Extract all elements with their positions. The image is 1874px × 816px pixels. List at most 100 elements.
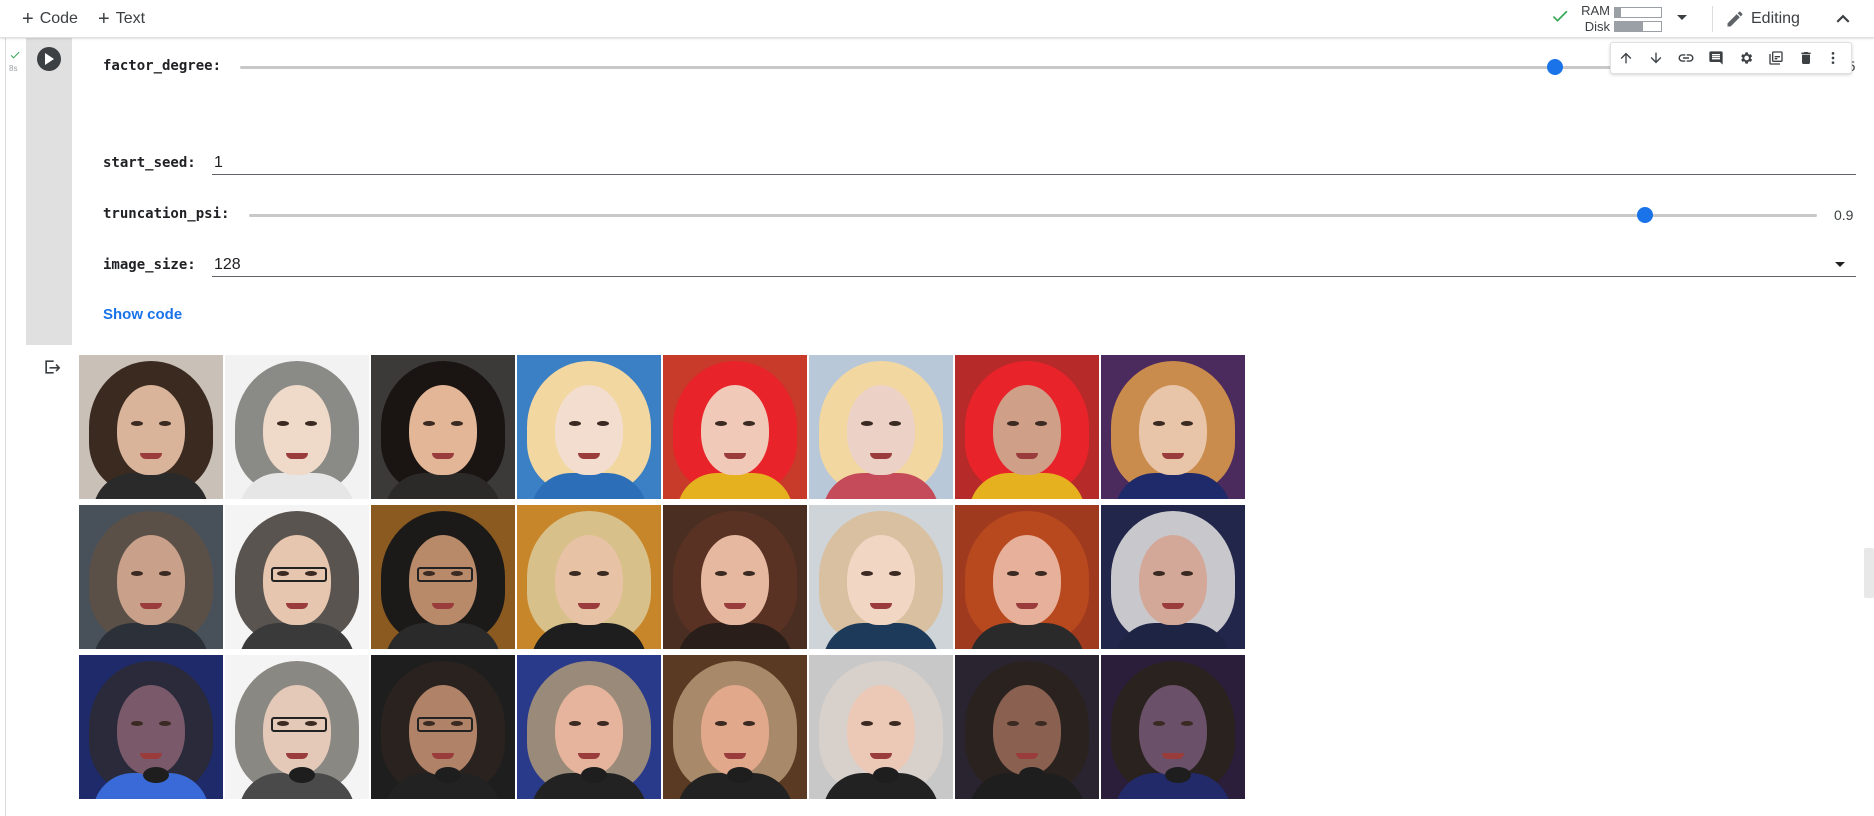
face-eye-r — [1181, 421, 1193, 426]
face-eye-l — [1153, 721, 1165, 726]
mirror-cell-icon[interactable] — [1766, 48, 1786, 68]
face-eye-l — [715, 421, 727, 426]
generated-face-image — [517, 655, 661, 799]
start-seed-input[interactable]: 1 — [212, 151, 1856, 175]
face-mouth — [870, 453, 892, 459]
check-icon — [1552, 10, 1568, 22]
more-vert-icon[interactable] — [1823, 48, 1843, 68]
face-skin — [117, 535, 185, 625]
face-eye-l — [569, 721, 581, 726]
face-mouth — [286, 603, 308, 609]
face-eye-r — [743, 721, 755, 726]
face-eye-l — [861, 721, 873, 726]
gear-icon[interactable] — [1736, 48, 1756, 68]
check-icon — [10, 51, 20, 59]
face-skin — [993, 685, 1061, 775]
page-border — [5, 37, 6, 816]
face-eye-r — [1035, 721, 1047, 726]
face-eye-l — [1007, 421, 1019, 426]
pencil-icon — [1727, 11, 1743, 27]
face-skin — [409, 385, 477, 475]
face-eye-r — [597, 421, 609, 426]
generated-face-image — [517, 505, 661, 649]
face-eye-l — [861, 571, 873, 576]
face-skin — [847, 535, 915, 625]
face-eye-r — [1035, 571, 1047, 576]
face-eye-l — [715, 721, 727, 726]
chevron-down-icon[interactable] — [1676, 14, 1688, 22]
face-mouth — [1162, 603, 1184, 609]
face-glasses — [417, 717, 473, 732]
generated-face-image — [79, 655, 223, 799]
generated-face-image — [955, 655, 1099, 799]
generated-face-image — [225, 505, 369, 649]
face-microphone — [289, 767, 315, 783]
face-mouth — [286, 453, 308, 459]
face-eye-r — [451, 421, 463, 426]
arrow-down-icon[interactable] — [1646, 48, 1666, 68]
add-code-label: Code — [39, 10, 78, 27]
truncation-psi-slider[interactable] — [249, 214, 1817, 217]
face-skin — [701, 535, 769, 625]
truncation-psi-slider-thumb[interactable] — [1636, 207, 1653, 223]
factor-degree-slider-thumb[interactable] — [1546, 59, 1563, 75]
face-microphone — [727, 767, 753, 783]
factor-degree-slider[interactable] — [240, 66, 1824, 69]
comment-icon[interactable] — [1706, 48, 1726, 68]
notebook-toolbar: + Code + Text RAM Disk Editing — [0, 0, 1874, 38]
face-glasses — [417, 567, 473, 582]
face-eye-r — [1035, 421, 1047, 426]
add-code-button[interactable]: + Code — [22, 6, 78, 32]
image-size-value: 128 — [214, 255, 241, 273]
face-mouth — [286, 753, 308, 759]
face-skin — [1139, 685, 1207, 775]
show-code-link[interactable]: Show code — [103, 306, 182, 323]
face-skin — [263, 385, 331, 475]
cell-gutter[interactable] — [26, 37, 72, 345]
generated-face-image — [809, 505, 953, 649]
face-mouth — [870, 753, 892, 759]
add-text-label: Text — [115, 10, 146, 27]
generated-face-image — [371, 355, 515, 499]
generated-face-image — [1101, 505, 1245, 649]
chevron-down-icon — [1835, 262, 1845, 267]
face-mouth — [1162, 753, 1184, 759]
add-text-button[interactable]: + Text — [98, 6, 145, 32]
link-icon[interactable] — [1676, 48, 1696, 68]
face-eye-l — [569, 571, 581, 576]
face-mouth — [1016, 753, 1038, 759]
start-seed-value: 1 — [214, 153, 223, 171]
plus-icon: + — [98, 8, 110, 30]
editing-mode-button[interactable]: Editing — [1725, 6, 1800, 32]
cell-toolbar — [1610, 42, 1852, 74]
generated-face-image — [1101, 655, 1245, 799]
editing-label: Editing — [1751, 10, 1800, 27]
face-skin — [701, 385, 769, 475]
face-microphone — [1019, 767, 1045, 783]
face-mouth — [432, 603, 454, 609]
trash-icon[interactable] — [1796, 48, 1816, 68]
face-eye-r — [889, 721, 901, 726]
output-exit-icon[interactable] — [42, 357, 62, 377]
face-mouth — [724, 453, 746, 459]
chevron-up-icon[interactable] — [1830, 6, 1856, 32]
generated-face-image — [371, 505, 515, 649]
generated-face-image — [517, 355, 661, 499]
generated-face-image — [225, 355, 369, 499]
arrow-up-icon[interactable] — [1616, 48, 1636, 68]
face-eye-r — [889, 571, 901, 576]
face-skin — [117, 385, 185, 475]
image-size-select[interactable]: 128 — [212, 253, 1856, 277]
face-eye-r — [1181, 571, 1193, 576]
generated-face-image — [371, 655, 515, 799]
face-mouth — [724, 603, 746, 609]
face-mouth — [1016, 603, 1038, 609]
face-skin — [847, 385, 915, 475]
resource-monitor[interactable]: RAM Disk — [1550, 2, 1690, 36]
execution-time: 8s — [9, 64, 18, 73]
face-eye-l — [569, 421, 581, 426]
run-cell-button[interactable] — [37, 47, 61, 71]
face-mouth — [140, 453, 162, 459]
scrollbar[interactable] — [1864, 548, 1874, 598]
face-microphone — [143, 767, 169, 783]
